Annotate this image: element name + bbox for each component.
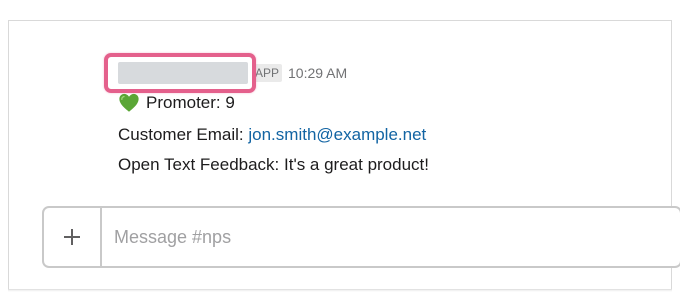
pane-shadow <box>8 289 672 292</box>
highlight-annotation <box>104 53 256 93</box>
green-heart-icon <box>119 93 139 112</box>
feedback-line: Open Text Feedback: It's a great product… <box>118 155 429 174</box>
message-timestamp[interactable]: 10:29 AM <box>288 65 347 81</box>
promoter-text: Promoter: 9 <box>146 93 235 112</box>
app-badge: APP <box>252 64 283 82</box>
promoter-line: Promoter: 9 <box>118 92 235 114</box>
attach-button[interactable] <box>44 208 102 266</box>
message-input[interactable] <box>102 208 680 266</box>
plus-icon <box>64 229 80 245</box>
email-line: Customer Email: jon.smith@example.net <box>118 124 426 146</box>
email-link[interactable]: jon.smith@example.net <box>248 125 426 144</box>
message-composer <box>42 206 680 268</box>
email-label: Customer Email: <box>118 125 244 144</box>
